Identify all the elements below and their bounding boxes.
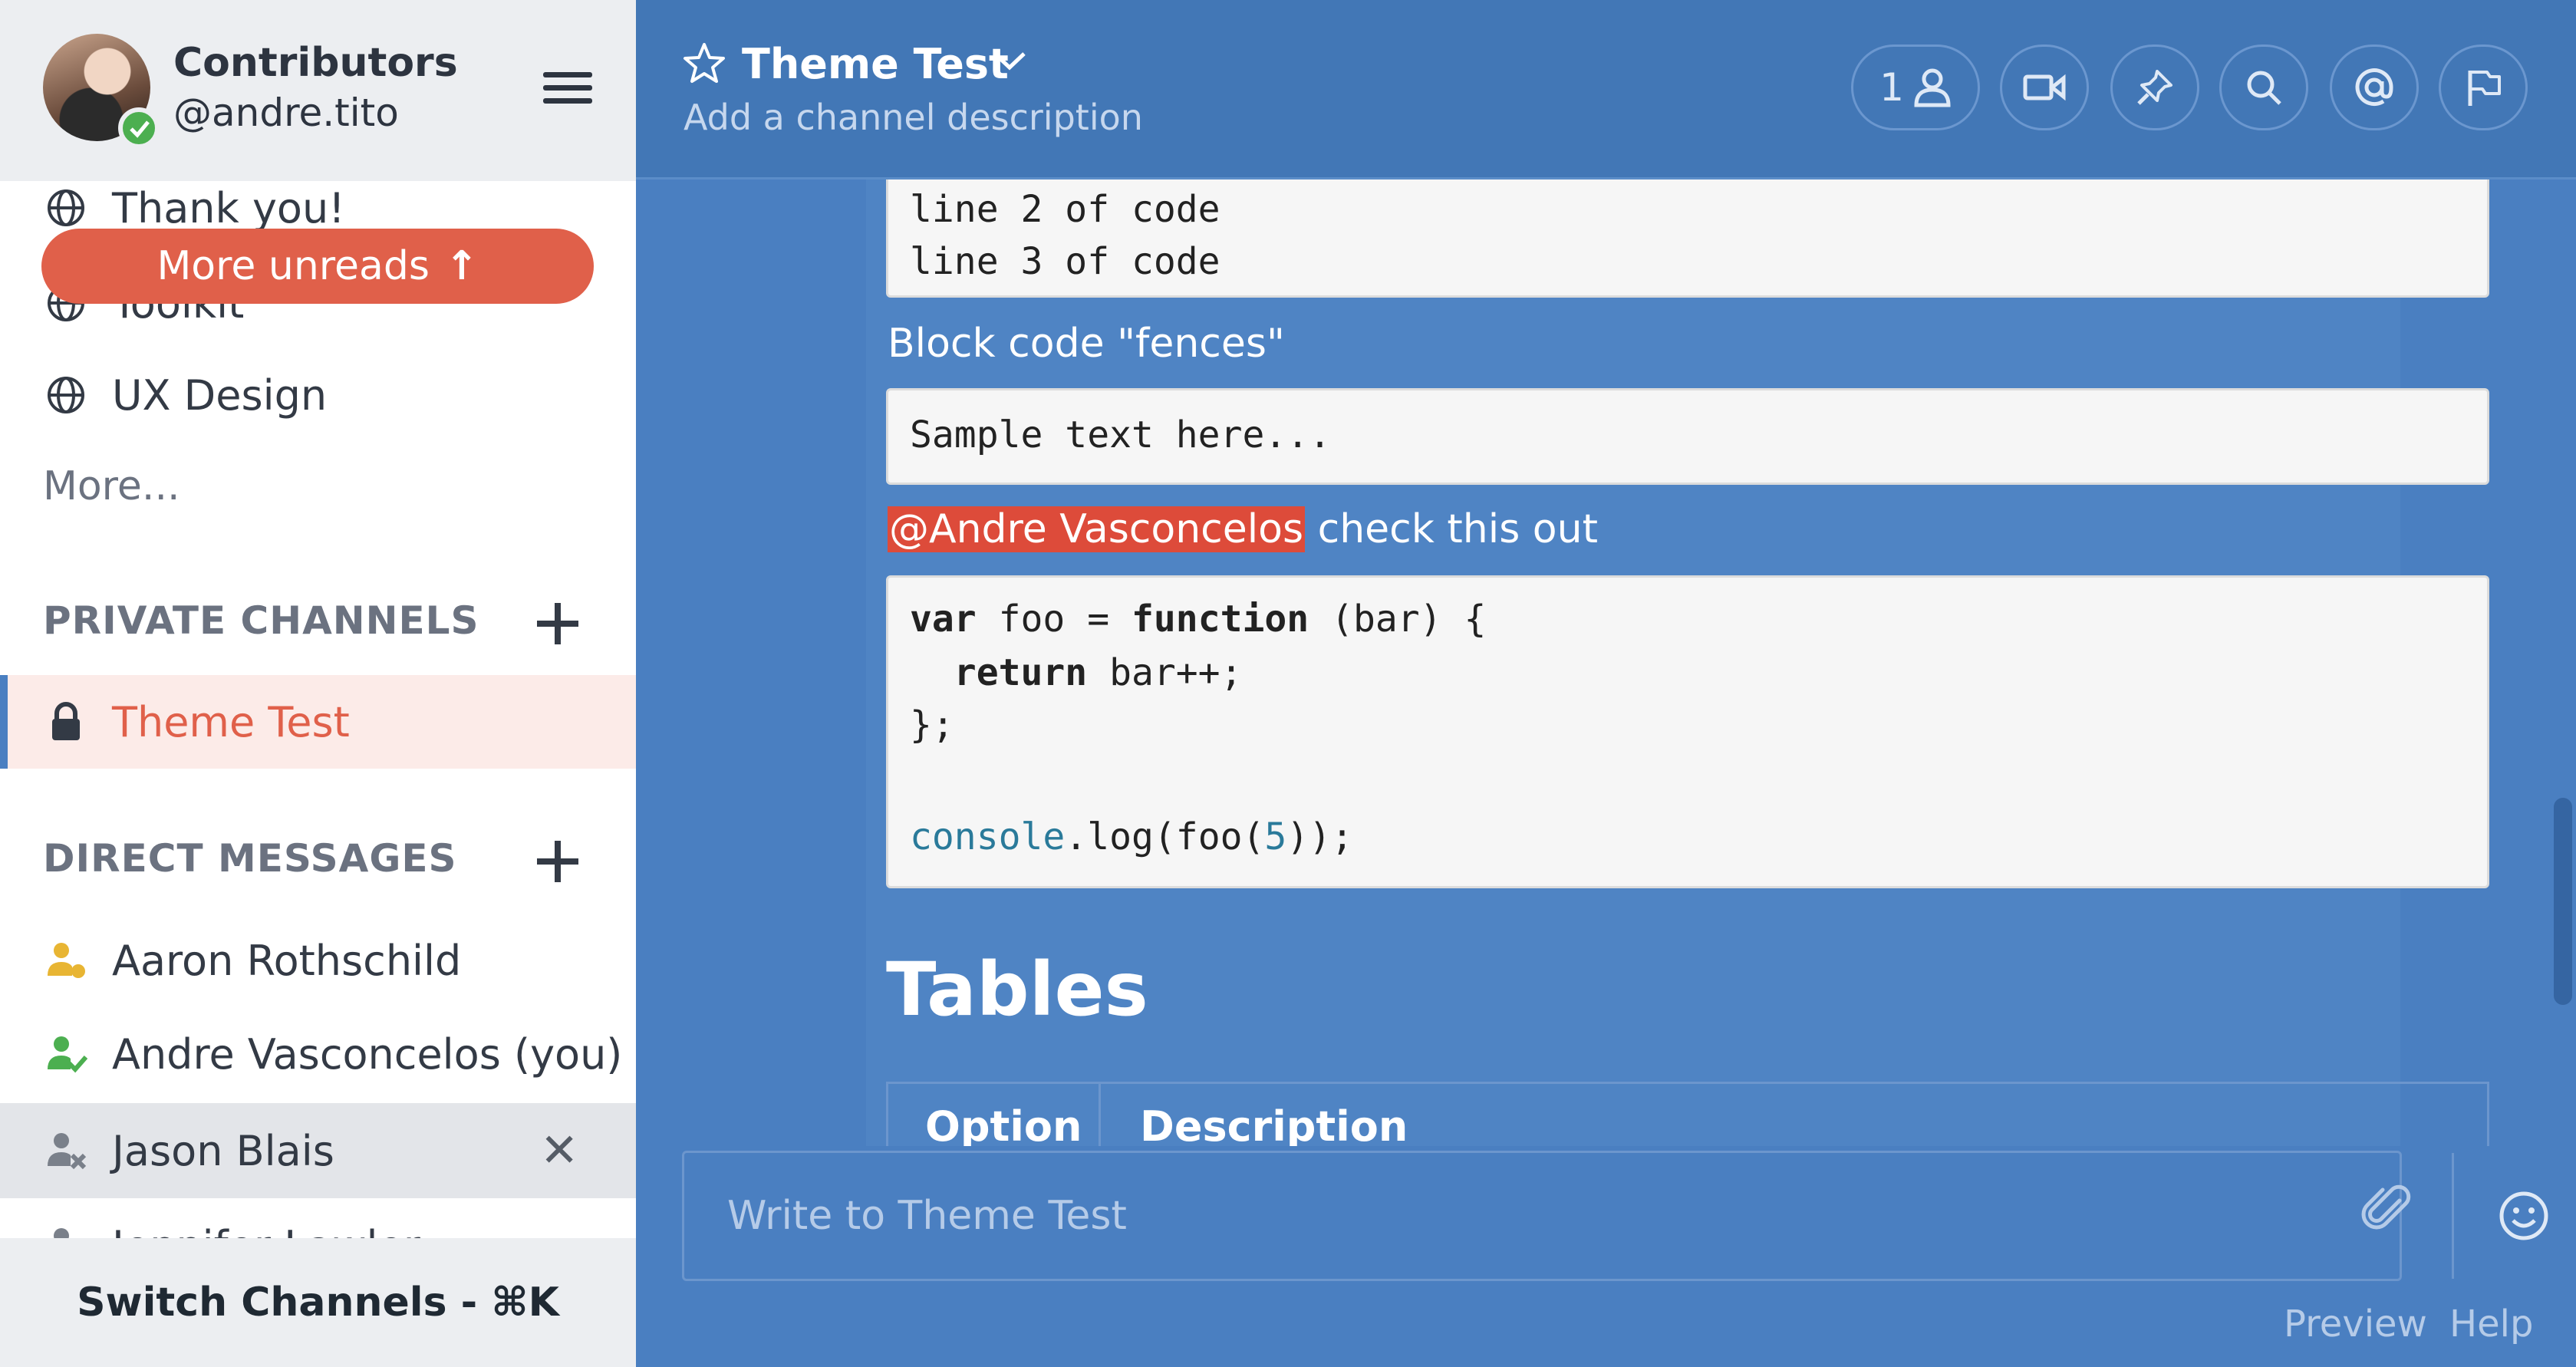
active-indicator <box>0 675 8 769</box>
more-unreads-label: More unreads <box>156 243 430 289</box>
preview-link[interactable]: Preview <box>2284 1303 2427 1346</box>
sidebar-item-andre-vasconcelos[interactable]: Andre Vasconcelos (you) <box>0 1011 636 1097</box>
more-unreads-button[interactable]: More unreads ↑ <box>41 229 594 304</box>
hamburger-menu-icon[interactable] <box>543 72 592 109</box>
online-status-icon <box>118 107 160 149</box>
direct-messages-header: DIRECT MESSAGES <box>43 836 457 881</box>
code-line: return bar++; <box>954 651 1243 694</box>
fences-label: Block code "fences" <box>888 321 1285 367</box>
markdown-table: Option Description <box>886 1082 2489 1146</box>
sidebar-item-label: Thank you! <box>112 183 345 232</box>
sidebar-item-ux-design[interactable]: UX Design <box>0 353 636 437</box>
user-away-icon <box>48 943 85 978</box>
video-call-button[interactable] <box>2000 44 2089 130</box>
code-line: }; <box>910 703 954 746</box>
add-direct-message-icon[interactable] <box>537 841 578 882</box>
user-mention[interactable]: @Andre Vasconcelos <box>888 506 1306 552</box>
add-private-channel-icon[interactable] <box>537 603 578 644</box>
sidebar-header: Contributors @andre.tito <box>0 0 636 181</box>
channel-description[interactable]: Add a channel description <box>684 97 1143 138</box>
user-offline-icon <box>48 1133 87 1170</box>
video-icon <box>2023 74 2066 101</box>
paperclip-icon[interactable] <box>2361 1184 2415 1237</box>
channel-header: Theme Test Add a channel description 1 <box>636 0 2576 180</box>
message-composer <box>682 1151 2548 1281</box>
code-line: line 2 of code <box>910 188 1220 231</box>
globe-icon <box>48 189 84 226</box>
main-panel: Theme Test Add a channel description 1 l… <box>636 0 2576 1367</box>
table-header: Option <box>925 1102 1082 1146</box>
arrow-up-icon: ↑ <box>444 243 479 289</box>
sidebar-item-label: Andre Vasconcelos (you) <box>112 1029 623 1079</box>
lock-icon <box>52 702 80 740</box>
sidebar-item-theme-test[interactable]: Theme Test <box>0 675 636 769</box>
flag-icon <box>2468 71 2501 106</box>
pinned-button[interactable] <box>2110 44 2199 130</box>
code-line: line 3 of code <box>910 240 1220 283</box>
team-name: Contributors <box>173 40 458 86</box>
code-line: console.log(foo(5)); <box>910 815 1353 858</box>
tables-heading: Tables <box>886 947 1148 1033</box>
private-channels-header: PRIVATE CHANNELS <box>43 598 479 643</box>
help-link[interactable]: Help <box>2449 1303 2533 1346</box>
search-icon <box>2247 71 2281 105</box>
pin-icon <box>2137 70 2172 105</box>
sidebar-item-label: Theme Test <box>112 697 350 746</box>
switch-channels-button[interactable]: Switch Channels - ⌘K <box>0 1238 636 1367</box>
post-list: line 2 of code line 3 of code Block code… <box>636 180 2576 1146</box>
code-line: Sample text here... <box>910 413 1332 456</box>
chevron-down-icon[interactable] <box>992 49 1027 72</box>
scrollbar[interactable] <box>2554 798 2572 1005</box>
flagged-button[interactable] <box>2439 44 2528 130</box>
search-button[interactable] <box>2219 44 2308 130</box>
sidebar-item-label: Jason Blais <box>112 1126 334 1175</box>
message-text: check this out <box>1305 506 1598 552</box>
code-block: line 2 of code line 3 of code <box>886 180 2489 298</box>
sidebar-item-aaron-rothschild[interactable]: Aaron Rothschild <box>0 917 636 1003</box>
js-code-block: var foo = function (bar) { return bar++;… <box>886 575 2489 888</box>
emoji-icon[interactable] <box>2498 1190 2550 1242</box>
mentions-button[interactable] <box>2330 44 2419 130</box>
globe-icon <box>48 377 84 413</box>
star-icon[interactable] <box>682 41 726 84</box>
member-list-button[interactable]: 1 <box>1851 44 1980 130</box>
sidebar: Contributors @andre.tito Thank you! Tool… <box>0 0 636 1367</box>
sidebar-item-label: UX Design <box>112 371 328 420</box>
user-online-icon <box>48 1036 87 1073</box>
channel-title[interactable]: Theme Test <box>742 40 1009 88</box>
message-input[interactable] <box>684 1153 2146 1279</box>
member-icon <box>1914 68 1951 107</box>
switch-channels-label: Switch Channels - ⌘K <box>77 1280 559 1326</box>
member-count: 1 <box>1879 65 1904 110</box>
mention-icon <box>2355 68 2393 107</box>
sidebar-item-label: Aaron Rothschild <box>112 936 462 985</box>
code-line: var foo = function (bar) { <box>910 598 1487 641</box>
fence-code-block: Sample text here... <box>886 388 2489 485</box>
table-header: Description <box>1140 1102 1408 1146</box>
more-channels-link[interactable]: More... <box>43 463 180 509</box>
table-divider <box>1099 1084 1101 1146</box>
username: @andre.tito <box>173 91 399 135</box>
sidebar-item-jason-blais[interactable]: Jason Blais ✕ <box>0 1103 636 1198</box>
close-icon[interactable]: ✕ <box>540 1124 578 1178</box>
composer-divider <box>2452 1153 2454 1279</box>
mention-message: @Andre Vasconcelos check this out <box>888 506 1598 552</box>
